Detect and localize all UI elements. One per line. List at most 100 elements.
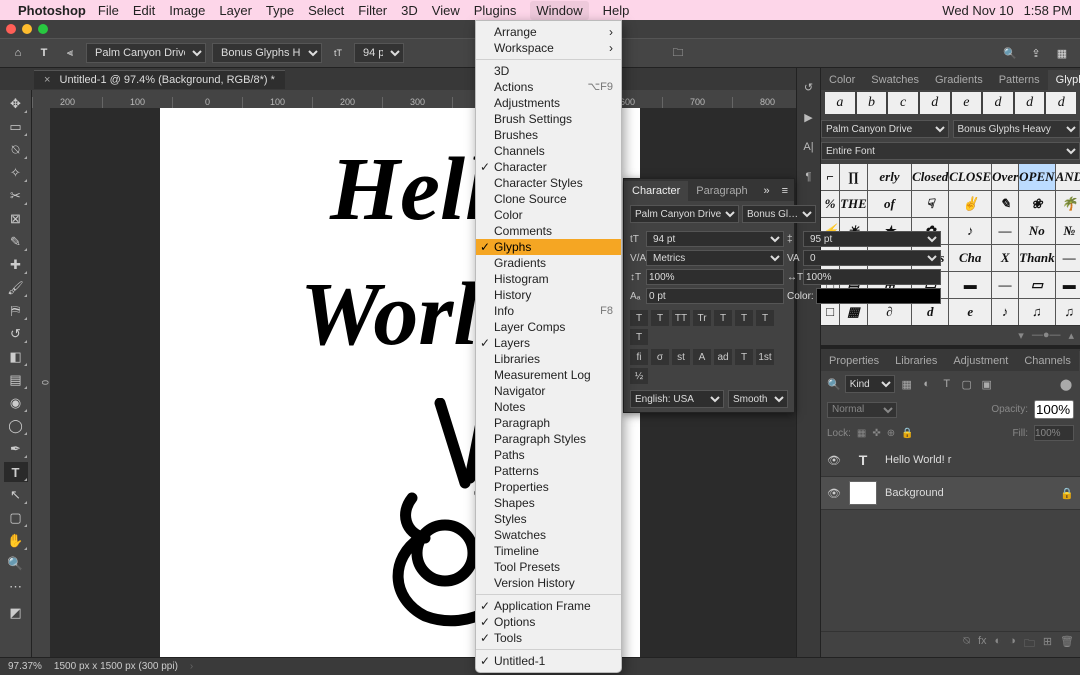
glyph-font-family-select[interactable]: Palm Canyon Drive <box>821 120 949 138</box>
opacity-input[interactable] <box>1034 400 1074 419</box>
more-tools-icon[interactable]: ⋯ <box>4 577 28 597</box>
window-menu-item[interactable]: Layer Comps <box>476 319 621 335</box>
char-style-button[interactable]: T <box>735 310 753 326</box>
window-menu-item[interactable]: Styles <box>476 511 621 527</box>
frame-tool-icon[interactable]: ⊠ <box>4 209 28 229</box>
status-doc-size[interactable]: 1500 px x 1500 px (300 ppi) <box>54 661 178 672</box>
glyph-subset-select[interactable]: Entire Font <box>821 142 1080 160</box>
share-icon[interactable]: ⇪ <box>1026 43 1046 63</box>
window-menu-item[interactable]: Libraries <box>476 351 621 367</box>
char-opentype-button[interactable]: T <box>735 349 753 365</box>
window-menu-item[interactable]: Arrange <box>476 24 621 40</box>
window-menu-item[interactable]: Properties <box>476 479 621 495</box>
menu-file[interactable]: File <box>98 3 119 18</box>
glyph-cell[interactable]: ▬ <box>949 272 991 298</box>
recent-glyph-cell[interactable]: c <box>888 92 918 114</box>
status-zoom[interactable]: 97.37% <box>8 661 42 672</box>
glyph-cell[interactable]: ⌐ <box>821 164 839 190</box>
window-menu-item[interactable]: ✓Application Frame <box>476 598 621 614</box>
folder-icon[interactable]: 🗀 <box>668 43 688 63</box>
close-window-icon[interactable] <box>6 24 16 34</box>
lock-artboard-icon[interactable]: ⊕ <box>887 428 895 439</box>
menu-image[interactable]: Image <box>169 3 205 18</box>
window-menu-item[interactable]: Comments <box>476 223 621 239</box>
gradient-tool-icon[interactable]: ▤ <box>4 370 28 390</box>
glyph-cell[interactable]: № <box>1056 218 1080 244</box>
home-icon[interactable]: ⌂ <box>8 43 28 63</box>
window-menu-item[interactable]: ✓Glyphs <box>476 239 621 255</box>
glyph-zoom-slider-icon[interactable]: —●— <box>1032 329 1061 342</box>
menu-help[interactable]: Help <box>603 3 630 18</box>
panel-menu-icon[interactable]: ≡ <box>776 181 794 201</box>
glyph-cell[interactable]: Thank <box>1019 245 1054 271</box>
glyph-cell[interactable]: Closed <box>912 164 948 190</box>
link-layers-icon[interactable]: ⍉ <box>963 635 970 654</box>
lock-position-icon[interactable]: ✜ <box>872 428 880 439</box>
glyph-cell[interactable]: CLOSE <box>949 164 991 190</box>
window-menu-item[interactable]: ✓Character <box>476 159 621 175</box>
delete-layer-icon[interactable]: 🗑 <box>1060 635 1074 654</box>
layer-row[interactable]: 👁 T Hello World! r <box>821 444 1080 477</box>
filter-toggle-icon[interactable]: ⬤ <box>1058 376 1074 392</box>
char-vscale-input[interactable] <box>646 269 784 285</box>
menu-3d[interactable]: 3D <box>401 3 418 18</box>
lock-all-icon[interactable]: 🔒 <box>901 428 913 439</box>
glyph-cell[interactable]: Cha <box>949 245 991 271</box>
wand-tool-icon[interactable]: ✧ <box>4 163 28 183</box>
menu-view[interactable]: View <box>432 3 460 18</box>
menu-layer[interactable]: Layer <box>219 3 252 18</box>
menu-select[interactable]: Select <box>308 3 344 18</box>
blur-tool-icon[interactable]: ◉ <box>4 393 28 413</box>
status-chevron-icon[interactable]: › <box>190 661 193 672</box>
window-menu-item[interactable]: ✓Tools <box>476 630 621 646</box>
hand-tool-icon[interactable]: ✋ <box>4 531 28 551</box>
menu-window[interactable]: Window <box>530 1 588 20</box>
filter-pixel-icon[interactable]: ▦ <box>899 376 915 392</box>
menu-type[interactable]: Type <box>266 3 294 18</box>
window-menu-item[interactable]: Channels <box>476 143 621 159</box>
lasso-tool-icon[interactable]: ⍉ <box>4 140 28 160</box>
tab-paragraph[interactable]: Paragraph <box>688 181 755 201</box>
layer-visibility-icon[interactable]: 👁 <box>827 487 841 500</box>
glyph-cell[interactable]: % <box>821 191 839 217</box>
char-leading-select[interactable]: 95 pt <box>803 231 941 247</box>
char-font-style-select[interactable]: Bonus Gl… <box>742 205 816 223</box>
window-menu-item[interactable]: ✓Options <box>476 614 621 630</box>
tab-color[interactable]: Color <box>821 70 863 90</box>
eraser-tool-icon[interactable]: ◧ <box>4 347 28 367</box>
filter-search-icon[interactable]: 🔍 <box>827 378 841 391</box>
window-menu-item[interactable]: Swatches <box>476 527 621 543</box>
font-size-select[interactable]: 94 pt <box>354 43 404 63</box>
layer-locked-icon[interactable]: 🔒 <box>1060 487 1074 500</box>
window-menu-item[interactable]: Adjustments <box>476 95 621 111</box>
window-menu-item[interactable]: Tool Presets <box>476 559 621 575</box>
tab-swatches[interactable]: Swatches <box>863 70 927 90</box>
filter-type-icon[interactable]: T <box>939 376 955 392</box>
char-kerning-select[interactable]: Metrics <box>646 250 784 266</box>
recent-glyph-cell[interactable]: d <box>983 92 1013 114</box>
workspace-icon[interactable]: ▦ <box>1052 43 1072 63</box>
dodge-tool-icon[interactable]: ◯ <box>4 416 28 436</box>
fg-bg-swatch-icon[interactable]: ◩ <box>4 600 28 626</box>
new-layer-icon[interactable]: ⊞ <box>1043 635 1052 654</box>
layer-row[interactable]: 👁 Background 🔒 <box>821 477 1080 510</box>
char-opentype-button[interactable]: fi <box>630 349 648 365</box>
window-menu-item[interactable]: 3D <box>476 63 621 79</box>
search-icon[interactable]: 🔍 <box>1000 43 1020 63</box>
shape-tool-icon[interactable]: ▢ <box>4 508 28 528</box>
recent-glyph-cell[interactable]: d <box>1046 92 1076 114</box>
char-style-button[interactable]: TT <box>672 310 690 326</box>
char-style-button[interactable]: T <box>630 310 648 326</box>
window-menu-item[interactable]: Paragraph Styles <box>476 431 621 447</box>
ruler-vertical[interactable]: 0 <box>32 108 50 657</box>
char-opentype-button[interactable]: st <box>672 349 690 365</box>
window-menu-item[interactable]: Version History <box>476 575 621 591</box>
glyph-cell[interactable]: — <box>992 218 1018 244</box>
filter-adjust-icon[interactable]: ◐ <box>919 376 935 392</box>
move-tool-icon[interactable]: ✥ <box>4 94 28 114</box>
history-brush-tool-icon[interactable]: ↺ <box>4 324 28 344</box>
char-hscale-input[interactable] <box>803 269 941 285</box>
stamp-tool-icon[interactable]: ⛿ <box>4 301 28 321</box>
window-menu-item[interactable]: InfoF8 <box>476 303 621 319</box>
app-name[interactable]: Photoshop <box>18 3 86 18</box>
